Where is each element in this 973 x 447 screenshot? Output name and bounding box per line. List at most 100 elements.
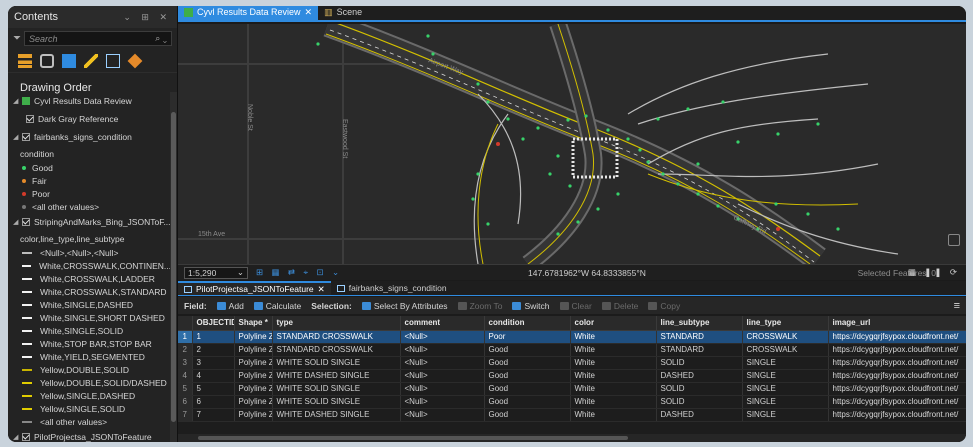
column-header[interactable]: OBJECTID *: [192, 316, 235, 331]
sign-point[interactable]: [431, 52, 435, 56]
table-cell[interactable]: SINGLE: [742, 408, 829, 422]
table-cell[interactable]: White: [570, 356, 657, 370]
layer-tree-item[interactable]: <Null>,<Null>,<Null>: [8, 246, 171, 259]
table-cell[interactable]: https://dcygqrjfsypox.cloudfront.net/: [828, 382, 966, 396]
table-cell[interactable]: Good: [484, 343, 571, 357]
table-cell[interactable]: 6: [192, 395, 235, 409]
table-cell[interactable]: https://dcygqrjfsypox.cloudfront.net/: [828, 395, 966, 409]
sign-point[interactable]: [646, 160, 650, 164]
layer-tree-item[interactable]: ◢ StripingAndMarks_Bing_JSONToF...: [8, 213, 171, 231]
list-by-drawing-order-icon[interactable]: [18, 54, 32, 68]
layer-tree-item[interactable]: White,YIELD,SEGMENTED: [8, 350, 171, 363]
sign-point[interactable]: [486, 100, 490, 104]
layer-tree-item[interactable]: color,line_type,line_subtype: [8, 231, 171, 246]
table-cell[interactable]: SOLID: [656, 356, 743, 370]
clear-button[interactable]: Clear: [559, 301, 592, 311]
layer-tree-item[interactable]: Yellow,SINGLE,DASHED: [8, 389, 171, 402]
table-cell[interactable]: Polyline Z: [234, 382, 273, 396]
sign-point[interactable]: [774, 202, 778, 206]
sign-point[interactable]: [661, 172, 665, 176]
table-cell[interactable]: SOLID: [656, 382, 743, 396]
table-cell[interactable]: https://dcygqrjfsypox.cloudfront.net/: [828, 343, 966, 357]
close-icon[interactable]: ✕: [318, 284, 325, 295]
layer-tree-item[interactable]: Poor: [8, 187, 171, 200]
sign-point[interactable]: [696, 192, 700, 196]
tab-scene[interactable]: ▥ Scene: [318, 6, 368, 20]
table-cell[interactable]: <Null>: [400, 408, 485, 422]
layer-tree-item[interactable]: White,SINGLE,SOLID: [8, 324, 171, 337]
calculate-button[interactable]: Calculate: [253, 301, 301, 311]
sign-point[interactable]: [806, 212, 810, 216]
table-cell[interactable]: Polyline Z: [234, 408, 273, 422]
layer-visibility-checkbox[interactable]: [22, 218, 30, 226]
table-cell[interactable]: Polyline Z: [234, 343, 273, 357]
table-cell[interactable]: Polyline Z: [234, 330, 273, 344]
table-cell[interactable]: Polyline Z: [234, 356, 273, 370]
sign-point[interactable]: [721, 100, 725, 104]
map-tools-icons[interactable]: ⊞ ▦ ⇄ ⌖ ⊡ ⌄: [256, 267, 342, 278]
table-cell[interactable]: Good: [484, 356, 571, 370]
table-cell[interactable]: DASHED: [656, 408, 743, 422]
add-field-button[interactable]: Add: [216, 301, 244, 311]
table-row[interactable]: 5 5 Polyline Z WHITE SOLID SINGLE <Null> Good…: [178, 382, 966, 396]
table-cell[interactable]: CROSSWALK: [742, 343, 829, 357]
table-row[interactable]: 1 1 Polyline Z STANDARD CROSSWALK <Null> Poor…: [178, 330, 966, 344]
menu-icon[interactable]: ≡: [954, 300, 960, 312]
layer-tree-item[interactable]: Yellow,DOUBLE,SOLID/DASHED: [8, 376, 171, 389]
row-number[interactable]: 2: [178, 343, 193, 357]
chevron-down-icon[interactable]: ◢: [13, 218, 22, 226]
layer-tree-item[interactable]: White,SINGLE,SHORT DASHED: [8, 311, 171, 324]
layer-tree-item[interactable]: Fair: [8, 174, 171, 187]
table-cell[interactable]: Good: [484, 382, 571, 396]
sign-point[interactable]: [656, 117, 660, 121]
sign-point[interactable]: [716, 204, 720, 208]
table-cell[interactable]: <Null>: [400, 343, 485, 357]
tab-fairbanks-table[interactable]: fairbanks_signs_condition: [331, 281, 453, 295]
layer-visibility-checkbox[interactable]: [22, 133, 30, 141]
list-by-labeling-icon[interactable]: [127, 53, 143, 69]
table-cell[interactable]: <Null>: [400, 395, 485, 409]
pause-icon[interactable]: ▦ ❚❚ ⟳: [908, 267, 960, 278]
scroll-thumb[interactable]: [171, 112, 176, 422]
table-cell[interactable]: SINGLE: [742, 382, 829, 396]
column-header[interactable]: color: [570, 316, 657, 331]
table-cell[interactable]: 7: [192, 408, 235, 422]
sign-point[interactable]: [736, 140, 740, 144]
table-cell[interactable]: <Null>: [400, 356, 485, 370]
sign-point[interactable]: [626, 137, 630, 141]
table-cell[interactable]: Good: [484, 408, 571, 422]
sign-point[interactable]: [556, 232, 560, 236]
search-icon[interactable]: ⌕ ⌄: [155, 33, 167, 44]
table-cell[interactable]: WHITE SOLID SINGLE: [272, 395, 401, 409]
table-cell[interactable]: WHITE SOLID SINGLE: [272, 356, 401, 370]
layer-tree-item[interactable]: White,SINGLE,DASHED: [8, 298, 171, 311]
column-header[interactable]: image_url: [828, 316, 966, 331]
scale-selector[interactable]: 1:5,290 ⌄: [184, 266, 248, 279]
table-cell[interactable]: White: [570, 395, 657, 409]
table-cell[interactable]: SINGLE: [742, 395, 829, 409]
table-cell[interactable]: Good: [484, 369, 571, 383]
layer-tree-item[interactable]: condition: [8, 146, 171, 161]
layer-tree-item[interactable]: White,CROSSWALK,STANDARD: [8, 285, 171, 298]
column-header[interactable]: Shape *: [234, 316, 273, 331]
zoom-to-button[interactable]: Zoom To: [457, 301, 502, 311]
sign-point[interactable]: [476, 172, 480, 176]
list-by-selection-icon[interactable]: [62, 54, 76, 68]
table-cell[interactable]: White: [570, 369, 657, 383]
column-header[interactable]: line_type: [742, 316, 829, 331]
table-cell[interactable]: <Null>: [400, 369, 485, 383]
table-cell[interactable]: WHITE DASHED SINGLE: [272, 369, 401, 383]
scroll-thumb[interactable]: [198, 436, 628, 440]
table-cell[interactable]: 3: [192, 356, 235, 370]
sign-point[interactable]: [606, 128, 610, 132]
sign-point[interactable]: [536, 126, 540, 130]
layer-tree-item[interactable]: Yellow,SINGLE,SOLID: [8, 402, 171, 415]
table-cell[interactable]: STANDARD: [656, 343, 743, 357]
table-cell[interactable]: 5: [192, 382, 235, 396]
layer-tree-item[interactable]: Good: [8, 161, 171, 174]
table-cell[interactable]: WHITE SOLID SINGLE: [272, 382, 401, 396]
layer-tree-item[interactable]: Dark Gray Reference: [8, 110, 171, 128]
table-cell[interactable]: White: [570, 382, 657, 396]
table-row[interactable]: 3 3 Polyline Z WHITE SOLID SINGLE <Null> Good…: [178, 356, 966, 370]
sign-point[interactable]: [476, 82, 480, 86]
